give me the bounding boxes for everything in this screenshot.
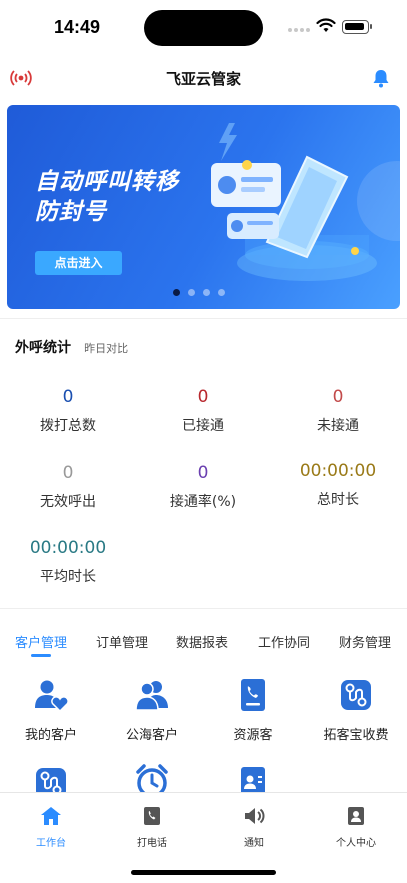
- stat-label: 接通率(%): [169, 494, 237, 510]
- banner-enter-button[interactable]: 点击进入: [35, 251, 122, 275]
- module-tabs: 客户管理 订单管理 数据报表 工作协同 财务管理: [0, 608, 407, 658]
- stat-value: 0: [62, 463, 74, 483]
- tabbar-notifications[interactable]: 通知: [214, 805, 294, 849]
- bell-icon[interactable]: [371, 68, 391, 88]
- stat-value: 0: [197, 463, 209, 483]
- pagination-dot[interactable]: [188, 289, 195, 296]
- stat-label: 未接通: [317, 418, 359, 434]
- active-tab-indicator: [31, 654, 51, 657]
- stat-value: 0: [62, 387, 74, 407]
- divider: [0, 318, 407, 319]
- stat-value: 0: [197, 387, 209, 407]
- stat-value: 00:00:00: [299, 461, 377, 481]
- stat-connected: 0 已接通: [138, 385, 268, 435]
- stat-total-calls: 0 拨打总数: [3, 385, 133, 435]
- home-indicator: [131, 870, 276, 875]
- speaker-icon: [245, 808, 265, 824]
- grid-item-my-customers[interactable]: 我的客户: [1, 678, 101, 743]
- tabbar-profile[interactable]: 个人中心: [316, 805, 396, 849]
- banner-title-line2: 防封号: [35, 199, 107, 225]
- home-icon: [41, 807, 61, 825]
- dynamic-island: [144, 10, 263, 46]
- tabbar-label: 通知: [244, 838, 264, 849]
- section-title: 外呼统计: [15, 340, 71, 356]
- nav-bar: 飞亚云管家: [0, 58, 407, 98]
- stat-value: 00:00:00: [29, 538, 107, 558]
- contacts-heart-icon: [35, 680, 69, 713]
- tab-customer-management[interactable]: 客户管理: [15, 632, 67, 651]
- stat-label: 已接通: [182, 418, 224, 434]
- grid-item-label: 我的客户: [24, 728, 77, 743]
- tabbar-label: 打电话: [137, 838, 167, 849]
- grid-item-resource-customers[interactable]: 资源客: [203, 678, 303, 743]
- signal-icon: [288, 28, 312, 33]
- stat-average-duration: 00:00:00 平均时长: [3, 536, 133, 586]
- promo-banner[interactable]: 自动呼叫转移 防封号 点击进入: [7, 105, 400, 309]
- tabbar-workbench[interactable]: 工作台: [11, 805, 91, 849]
- stat-label: 平均时长: [40, 569, 96, 585]
- stat-label: 无效呼出: [40, 494, 96, 510]
- banner-title: 自动呼叫转移 防封号: [35, 167, 179, 227]
- phone-icon: [144, 807, 160, 825]
- status-time: 14:49: [54, 17, 101, 37]
- stat-connect-rate: 0 接通率(%): [138, 461, 268, 511]
- phone-doc-icon: [241, 679, 265, 711]
- stat-label: 拨打总数: [40, 418, 96, 434]
- call-stats-header: 外呼统计 昨日对比: [15, 337, 128, 357]
- stat-label: 总时长: [317, 492, 359, 508]
- profile-icon: [348, 807, 364, 825]
- banner-pagination: [173, 289, 233, 297]
- stat-invalid-calls: 0 无效呼出: [3, 461, 133, 511]
- group-icon: [135, 681, 168, 711]
- banner-title-line1: 自动呼叫转移: [35, 169, 179, 195]
- pagination-dot[interactable]: [203, 289, 210, 296]
- grid-item-public-customers[interactable]: 公海客户: [102, 678, 202, 743]
- status-bar: 14:49: [0, 0, 407, 56]
- tabbar-label: 个人中心: [336, 838, 376, 849]
- page-title: 飞亚云管家: [165, 70, 241, 88]
- wifi-icon: [316, 18, 336, 32]
- tab-finance[interactable]: 财务管理: [339, 632, 391, 651]
- grid-item-label: 拓客宝收费: [323, 728, 389, 743]
- stat-total-duration: 00:00:00 总时长: [273, 459, 403, 509]
- pagination-dot[interactable]: [218, 289, 225, 296]
- phone-illustration: [211, 123, 400, 281]
- tab-order-management[interactable]: 订单管理: [96, 632, 148, 651]
- stat-not-connected: 0 未接通: [273, 385, 403, 435]
- route-icon: [341, 680, 371, 710]
- battery-icon: [342, 20, 372, 34]
- tab-data-reports[interactable]: 数据报表: [176, 632, 228, 651]
- pagination-dot[interactable]: [173, 289, 180, 296]
- grid-item-label: 公海客户: [125, 728, 178, 743]
- grid-item-tuokebao-fees[interactable]: 拓客宝收费: [306, 678, 406, 743]
- grid-item-label: 资源客: [233, 728, 273, 743]
- stat-value: 0: [332, 387, 344, 407]
- section-subtitle: 昨日对比: [84, 342, 129, 355]
- tab-collaboration[interactable]: 工作协同: [258, 632, 310, 651]
- tabbar-label: 工作台: [36, 838, 66, 849]
- tabbar-call[interactable]: 打电话: [112, 805, 192, 849]
